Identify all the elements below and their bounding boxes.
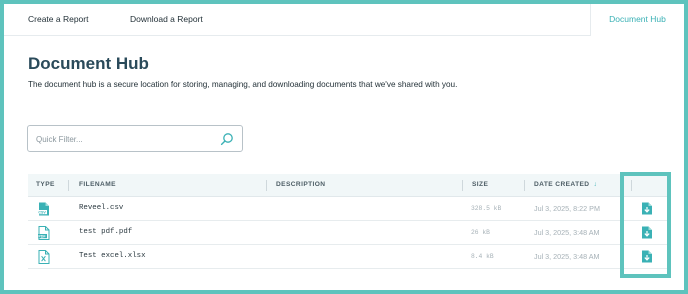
size-cell: 26 kB [471, 229, 490, 236]
date-created-cell: Jul 3, 2025, 8:22 PM [534, 204, 600, 213]
column-divider [631, 180, 632, 191]
excel-file-icon [38, 250, 50, 264]
column-header-size[interactable]: SIZE [472, 181, 488, 188]
download-icon[interactable] [641, 250, 653, 263]
column-header-description[interactable]: DESCRIPTION [276, 181, 325, 188]
quick-filter-input[interactable] [36, 132, 216, 146]
page-title: Document Hub [28, 54, 149, 73]
documents-table: TYPE FILENAME DESCRIPTION SIZE DATE CREA… [28, 174, 669, 269]
column-header-filename[interactable]: FILENAME [79, 181, 116, 188]
nav-document-hub-tab[interactable]: Document Hub [590, 4, 684, 36]
sort-descending-icon[interactable]: ↓ [593, 181, 597, 188]
column-header-date-created[interactable]: DATE CREATED ↓ [534, 181, 597, 188]
nav-download-report-link[interactable]: Download a Report [130, 14, 203, 24]
filename-cell[interactable]: Test excel.xlsx [79, 252, 146, 260]
quick-filter-field[interactable] [27, 125, 243, 152]
column-divider [68, 180, 69, 191]
size-cell: 8.4 kB [471, 253, 494, 260]
size-cell: 328.5 kB [471, 205, 502, 212]
csv-file-icon: CSV [38, 202, 49, 216]
date-created-label: DATE CREATED [534, 181, 590, 188]
search-icon[interactable] [220, 132, 234, 146]
date-created-cell: Jul 3, 2025, 3:48 AM [534, 228, 600, 237]
nav-create-report-link[interactable]: Create a Report [28, 14, 88, 24]
download-icon[interactable] [641, 226, 653, 239]
pdf-file-icon: PDF [38, 226, 50, 240]
download-icon[interactable] [641, 202, 653, 215]
filename-cell[interactable]: Reveel.csv [79, 204, 123, 212]
filename-cell[interactable]: test pdf.pdf [79, 228, 132, 236]
csv-file-label: CSV [38, 211, 46, 215]
table-header: TYPE FILENAME DESCRIPTION SIZE DATE CREA… [28, 174, 669, 197]
date-created-cell: Jul 3, 2025, 3:48 AM [534, 252, 600, 261]
table-row: Test excel.xlsx 8.4 kB Jul 3, 2025, 3:48… [28, 245, 669, 269]
column-divider [524, 180, 525, 191]
column-header-type: TYPE [36, 181, 55, 188]
pdf-file-label: PDF [38, 235, 46, 239]
page-description: The document hub is a secure location fo… [28, 80, 458, 89]
column-divider [266, 180, 267, 191]
table-row: CSV Reveel.csv 328.5 kB Jul 3, 2025, 8:2… [28, 197, 669, 221]
top-navigation: Create a Report Download a Report Docume… [4, 4, 684, 36]
column-divider [462, 180, 463, 191]
table-row: PDF test pdf.pdf 26 kB Jul 3, 2025, 3:48… [28, 221, 669, 245]
